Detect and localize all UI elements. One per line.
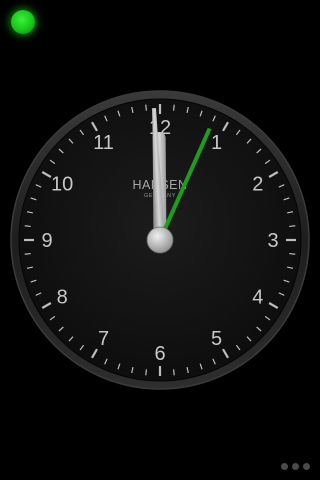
minute-tick <box>289 225 296 228</box>
hour-numeral: 7 <box>98 328 109 350</box>
minute-tick <box>24 225 31 228</box>
status-led-icon <box>11 10 35 34</box>
hour-numeral: 11 <box>93 132 114 154</box>
hour-numeral: 3 <box>267 230 278 252</box>
hour-numeral: 5 <box>211 328 222 350</box>
hour-numeral: 9 <box>41 230 52 252</box>
hour-numeral: 10 <box>51 174 73 196</box>
center-cap <box>146 226 174 254</box>
minute-tick <box>172 369 175 376</box>
hour-numeral: 4 <box>252 287 263 309</box>
minute-tick <box>145 369 148 376</box>
hour-numeral: 1 <box>211 132 222 154</box>
minute-tick <box>172 104 175 111</box>
hour-numeral: 8 <box>57 287 68 309</box>
page-dot[interactable] <box>281 463 288 470</box>
minute-tick <box>289 252 296 255</box>
hour-numeral: 2 <box>252 174 263 196</box>
analog-clock[interactable]: 121234567891011 HANSEN GERMANY <box>0 80 320 400</box>
hour-numeral: 6 <box>154 343 165 365</box>
minute-tick <box>24 252 31 255</box>
page-indicator[interactable] <box>281 463 310 470</box>
minute-tick <box>145 104 148 111</box>
page-dot[interactable] <box>292 463 299 470</box>
page-dot[interactable] <box>303 463 310 470</box>
